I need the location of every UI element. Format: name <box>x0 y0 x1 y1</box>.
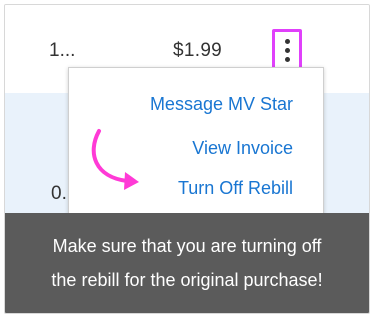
truncated-cell: 0. <box>51 183 67 204</box>
curved-arrow-icon <box>91 129 139 190</box>
truncated-cell: 1... <box>49 40 76 61</box>
more-options-button[interactable] <box>272 29 302 71</box>
purchase-table-panel: 1... $1.99 0. Message MV Star View Invoi… <box>4 4 370 314</box>
menu-item-turn-off-rebill[interactable]: Turn Off Rebill <box>178 178 293 199</box>
caption-line-2: the rebill for the original purchase! <box>51 270 323 290</box>
instruction-caption: Make sure that you are turning off the r… <box>5 213 369 313</box>
menu-item-message-mv-star[interactable]: Message MV Star <box>150 94 293 115</box>
price-cell: $1.99 <box>173 40 223 61</box>
menu-item-view-invoice[interactable]: View Invoice <box>192 138 293 159</box>
caption-line-1: Make sure that you are turning off <box>52 236 322 256</box>
